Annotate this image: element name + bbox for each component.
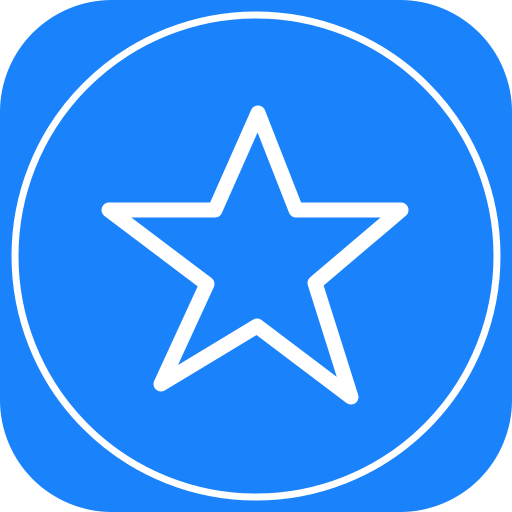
app-icon[interactable] (0, 0, 512, 512)
app-icon-container (0, 0, 512, 512)
icon-background (0, 0, 512, 512)
